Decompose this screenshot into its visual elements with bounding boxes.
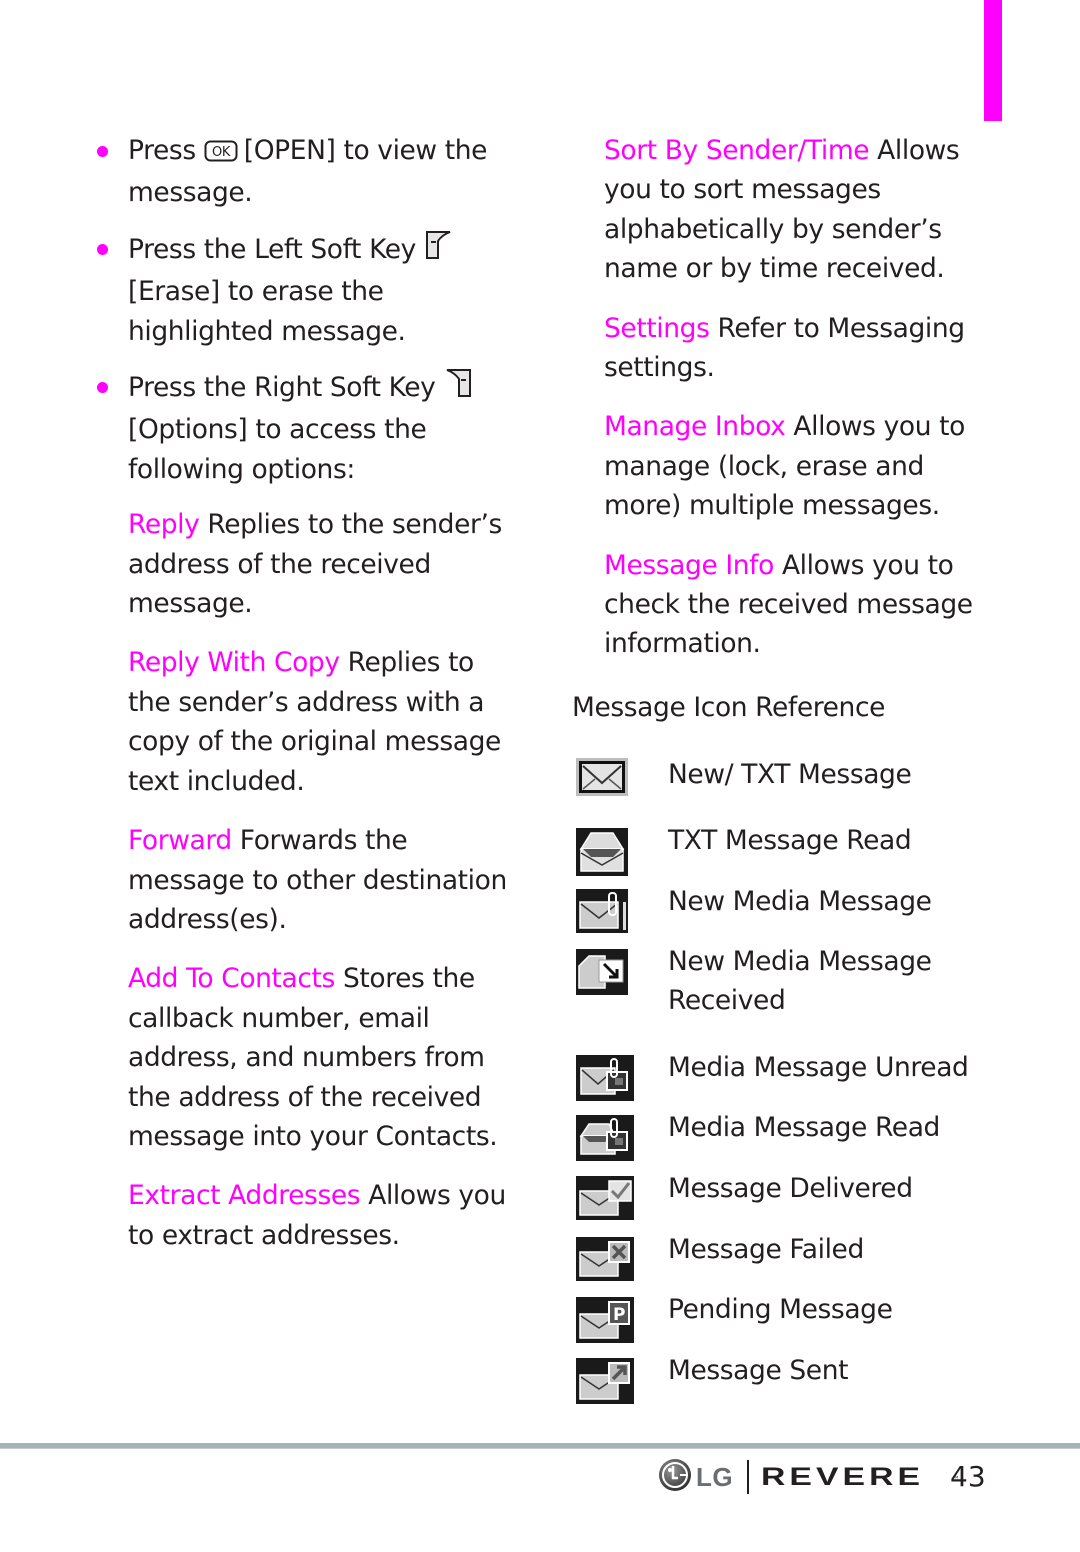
new-txt-message-icon <box>575 757 629 797</box>
icon-label: Pending Message <box>668 1294 893 1325</box>
icon-label: New Media Message <box>668 886 932 917</box>
option-term: Forward <box>128 825 232 857</box>
option-term: Settings <box>604 312 710 344</box>
option-reply: Reply Replies to the sender’s address of… <box>128 505 518 623</box>
footer-separator <box>747 1460 750 1494</box>
product-name: REVERE <box>761 1462 925 1491</box>
left-soft-key-icon <box>424 229 454 272</box>
option-sort-by-sender-time: Sort By Sender/Time Allows you to sort m… <box>604 131 1004 289</box>
media-message-read-icon <box>575 1114 635 1162</box>
svg-text:OK: OK <box>212 145 231 160</box>
option-term: Extract Addresses <box>128 1180 361 1212</box>
option-forward: Forward Forwards the message to other de… <box>128 821 518 939</box>
message-failed-icon <box>575 1236 635 1282</box>
bullet-erase: Press the Left Soft Key[Erase] to erase … <box>97 229 518 351</box>
icon-label: Message Sent <box>668 1355 849 1386</box>
right-soft-key-icon <box>443 367 473 410</box>
media-message-unread-icon <box>575 1054 635 1102</box>
right-column: Sort By Sender/Time Allows you to sort m… <box>604 131 1004 684</box>
section-tab-marker <box>984 0 1002 121</box>
icon-label: Message Delivered <box>668 1173 913 1204</box>
lg-face-icon <box>658 1458 692 1496</box>
option-message-info: Message Info Allows you to check the rec… <box>604 546 1004 664</box>
bullet-options: Press the Right Soft Key[Options] to acc… <box>97 367 518 489</box>
footer-rule <box>0 1443 1080 1449</box>
icon-label: TXT Message Read <box>668 825 912 856</box>
bullet-dot <box>97 146 108 157</box>
option-term: Add To Contacts <box>128 963 335 995</box>
icon-label: New Media Message Received <box>668 946 932 1017</box>
footer: LG REVERE ™ <box>658 1456 960 1498</box>
option-term: Reply <box>128 509 200 541</box>
icon-label: Message Failed <box>668 1234 864 1265</box>
icon-label: Media Message Read <box>668 1112 940 1143</box>
option-term: Manage Inbox <box>604 411 786 443</box>
svg-text:P: P <box>613 1305 625 1325</box>
icon-reference-title: Message Icon Reference <box>572 692 886 723</box>
brand-name: LG <box>696 1461 734 1492</box>
option-term: Message Info <box>604 549 774 581</box>
option-settings: Settings Refer to Messaging settings. <box>604 309 1004 388</box>
new-media-message-icon <box>575 888 629 934</box>
icon-label: Media Message Unread <box>668 1052 969 1083</box>
page-number: 43 <box>950 1460 986 1493</box>
lg-logo: LG <box>658 1458 733 1496</box>
icon-label: New/ TXT Message <box>668 759 912 790</box>
message-delivered-icon <box>575 1175 635 1221</box>
pending-message-icon: P <box>575 1296 635 1344</box>
option-add-to-contacts: Add To Contacts Stores the callback numb… <box>128 959 518 1156</box>
option-extract-addresses: Extract Addresses Allows you to extract … <box>128 1176 518 1255</box>
option-reply-with-copy: Reply With Copy Replies to the sender’s … <box>128 643 518 801</box>
bullet-open: Press OK [OPEN] to view the message. <box>97 131 518 213</box>
message-sent-icon <box>575 1357 635 1405</box>
bullet-dot <box>97 382 108 394</box>
txt-message-read-icon <box>575 827 629 877</box>
bullet-dot <box>97 243 108 255</box>
ok-key-icon: OK <box>204 134 238 173</box>
option-term: Reply With Copy <box>128 647 340 679</box>
left-column: Press OK [OPEN] to view the message. Press… <box>97 131 518 1275</box>
option-term: Sort By Sender/Time <box>604 135 870 166</box>
new-media-message-received-icon <box>575 948 629 996</box>
option-manage-inbox: Manage Inbox Allows you to manage (lock,… <box>604 407 1004 525</box>
